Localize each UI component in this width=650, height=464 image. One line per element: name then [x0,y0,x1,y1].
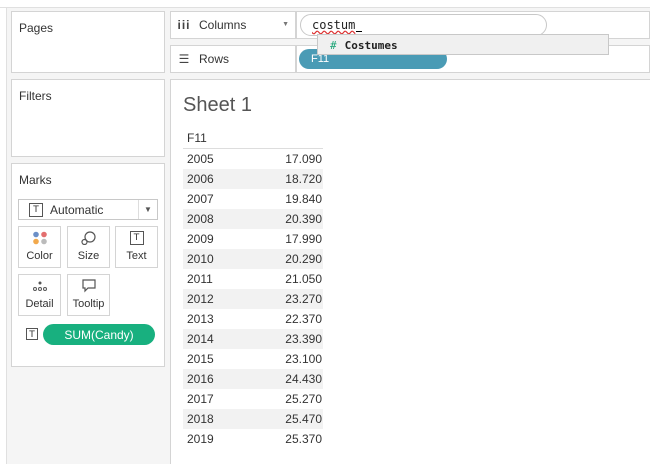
chevron-down-icon[interactable]: ▼ [138,200,157,219]
text-icon: T [129,231,144,245]
table-row[interactable]: 2005 17.090 [183,149,323,169]
left-edge-strip [0,8,7,464]
table-row[interactable]: 2006 18.720 [183,169,323,189]
table-row[interactable]: 2015 23.100 [183,349,323,369]
year-cell: 2006 [187,172,214,186]
data-table: F11 2005 17.090 2006 18.720 2007 19.840 2008 20… [183,128,323,449]
value-cell: 19.840 [285,192,322,206]
filters-title: Filters [19,89,52,103]
value-cell: 18.720 [285,172,322,186]
table-row[interactable]: 2009 17.990 [183,229,323,249]
table-row[interactable]: 2007 19.840 [183,189,323,209]
value-cell: 22.370 [285,312,322,326]
sheet-title: Sheet 1 [183,94,252,116]
autocomplete-item-costumes[interactable]: # Costumes [318,36,608,54]
value-cell: 23.390 [285,332,322,346]
tooltip-button[interactable]: Tooltip [67,274,110,316]
value-cell: 23.100 [285,352,322,366]
text-encoding-icon: T [26,328,38,340]
sum-candy-label: SUM(Candy) [64,327,134,342]
autocomplete-item-label: Costumes [344,38,398,52]
year-cell: 2009 [187,232,214,246]
table-row[interactable]: 2014 23.390 [183,329,323,349]
detail-icon [32,279,48,293]
autocomplete-dropdown: # Costumes [317,34,609,55]
tooltip-icon [81,279,97,293]
column-header[interactable]: F11 [183,128,323,149]
year-cell: 2008 [187,212,214,226]
value-cell: 25.270 [285,392,322,406]
value-cell: 17.090 [285,152,322,166]
rows-label: Rows [199,52,230,66]
sheet-canvas: Sheet 1 F11 2005 17.090 2006 18.720 2007 19.8… [170,79,650,464]
columns-shelf-input[interactable]: costum [300,14,547,36]
value-cell: 23.270 [285,292,322,306]
table-row[interactable]: 2010 20.290 [183,249,323,269]
table-row[interactable]: 2012 23.270 [183,289,323,309]
chevron-down-icon[interactable]: ▼ [282,21,289,28]
color-button[interactable]: Color [18,226,61,268]
value-cell: 21.050 [285,272,322,286]
year-cell: 2012 [187,292,214,306]
year-cell: 2014 [187,332,214,346]
year-cell: 2017 [187,392,214,406]
pages-panel[interactable]: Pages [11,11,165,73]
number-field-icon: # [330,38,337,52]
rows-shelf-label-box: ☰ Rows [170,45,296,73]
year-cell: 2019 [187,432,214,446]
columns-icon: iii [177,18,191,32]
table-row[interactable]: 2017 25.270 [183,389,323,409]
year-cell: 2011 [187,272,213,286]
value-cell: 20.290 [285,252,322,266]
columns-label: Columns [199,18,247,32]
year-cell: 2015 [187,352,214,366]
sum-candy-pill[interactable]: SUM(Candy) [43,324,155,345]
year-cell: 2007 [187,192,214,206]
value-cell: 20.390 [285,212,322,226]
text-mark-icon: T [29,202,43,217]
table-row[interactable]: 2016 24.430 [183,369,323,389]
year-cell: 2010 [187,252,214,266]
color-dots-icon [32,231,48,245]
year-cell: 2018 [187,412,214,426]
filters-panel[interactable]: Filters [11,79,165,157]
size-icon [80,231,97,245]
value-cell: 25.470 [285,412,322,426]
table-row[interactable]: 2008 20.390 [183,209,323,229]
value-cell: 24.430 [285,372,322,386]
year-cell: 2016 [187,372,214,386]
text-button[interactable]: T Text [115,226,158,268]
text-label: Text [126,250,147,262]
table-row[interactable]: 2013 22.370 [183,309,323,329]
detail-label: Detail [25,298,54,310]
table-row[interactable]: 2011 21.050 [183,269,323,289]
size-button[interactable]: Size [67,226,110,268]
tooltip-label: Tooltip [72,298,105,310]
mark-type-dropdown[interactable]: T Automatic ▼ [18,199,158,220]
table-row[interactable]: 2019 25.370 [183,429,323,449]
year-cell: 2005 [187,152,214,166]
pages-title: Pages [19,21,54,35]
value-cell: 17.990 [285,232,322,246]
top-toolbar-strip [0,0,650,8]
year-cell: 2013 [187,312,214,326]
columns-input-text: costum [312,18,356,32]
text-cursor [356,19,363,32]
marks-title: Marks [19,173,52,187]
detail-button[interactable]: Detail [18,274,61,316]
size-label: Size [77,250,100,262]
columns-shelf-label-box: iii Columns ▼ [170,11,296,39]
value-cell: 25.370 [285,432,322,446]
rows-icon: ☰ [178,52,190,66]
mark-type-value: Automatic [50,202,104,217]
table-row[interactable]: 2018 25.470 [183,409,323,429]
color-label: Color [26,250,53,262]
